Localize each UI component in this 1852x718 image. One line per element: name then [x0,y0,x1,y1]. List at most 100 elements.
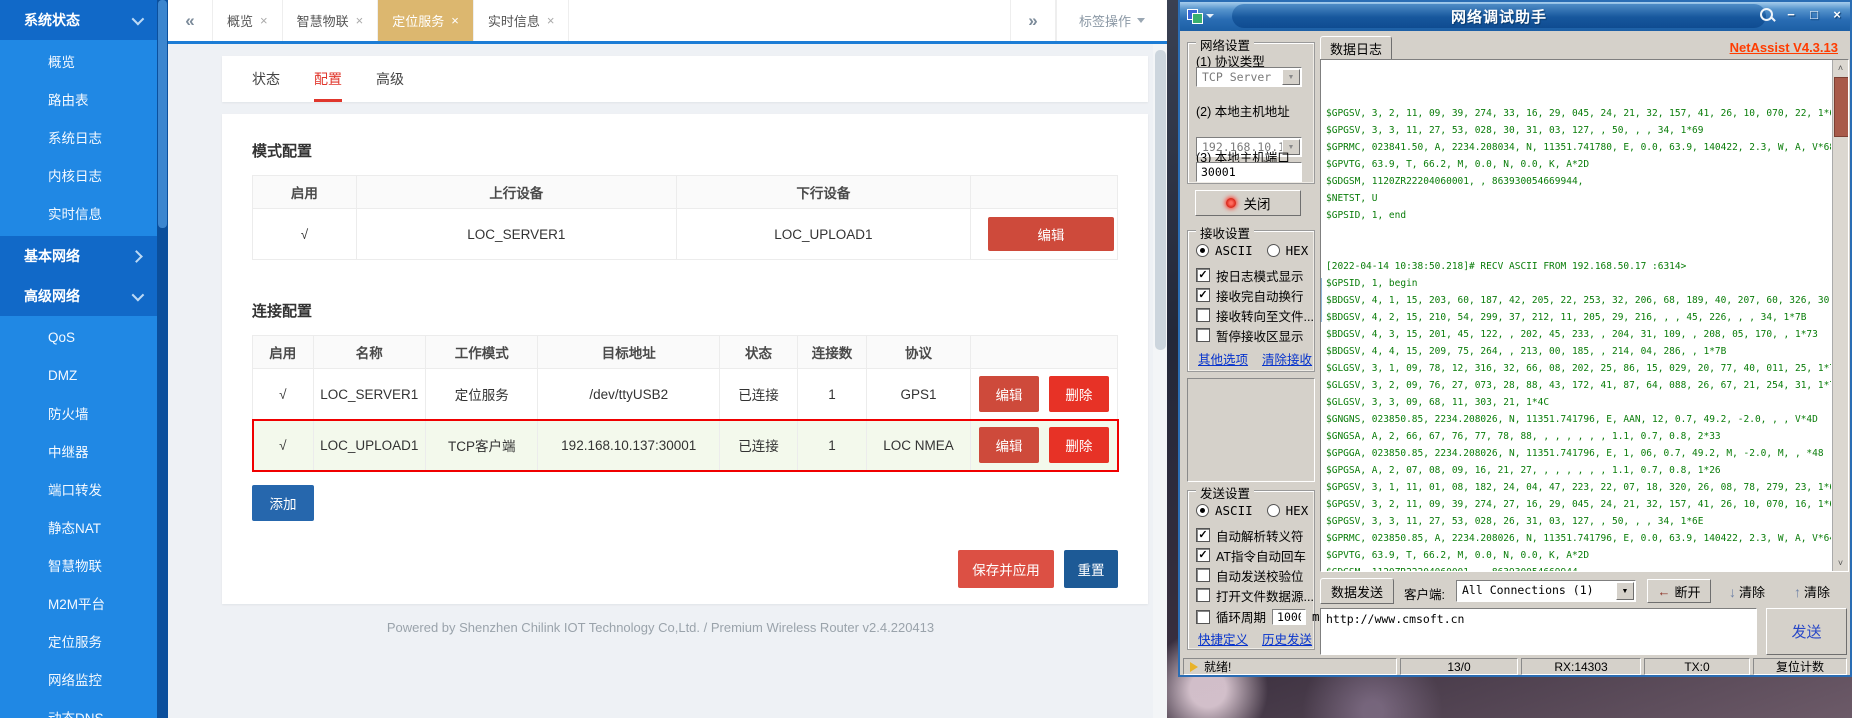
hex-radio[interactable] [1267,504,1280,517]
delete-button[interactable]: 删除 [1049,376,1109,412]
checkbox[interactable] [1196,288,1210,302]
chevron-down-icon [1137,18,1145,23]
checkbox[interactable] [1196,588,1210,602]
close-icon[interactable]: × [451,13,459,28]
history-send-link[interactable]: 历史发送 [1262,629,1312,648]
client-select[interactable]: All Connections (1) ▼ [1456,580,1636,602]
sidebar-item[interactable]: 实时信息 [0,194,157,232]
data-send-tab[interactable]: 数据发送 [1320,578,1394,604]
tabs-scroll-left-icon[interactable]: « [168,0,213,41]
scroll-up-icon[interactable]: ˄ [1833,60,1848,76]
sidebar-item[interactable]: 概览 [0,42,157,80]
close-icon[interactable]: × [356,13,364,28]
send-data-input[interactable]: http://www.cmsoft.cn [1320,608,1757,655]
page-scrollbar[interactable] [1153,44,1167,718]
sidebar-scrollbar[interactable] [157,0,168,718]
checkbox[interactable] [1196,268,1210,282]
edit-button[interactable]: 编辑 [979,376,1039,412]
sidebar-item[interactable]: 中继器 [0,432,157,470]
settings-tab[interactable]: 配置 [314,56,342,102]
chevron-down-icon[interactable] [1206,14,1214,18]
sidebar-item[interactable]: DMZ [0,356,157,394]
checkbox[interactable] [1196,308,1210,322]
sidebar-item[interactable]: 防火墙 [0,394,157,432]
sidebar-item[interactable]: 系统日志 [0,118,157,156]
sidebar-item[interactable]: M2M平台 [0,584,157,622]
empty-panel [1187,378,1315,482]
clear-receive-link[interactable]: 清除接收 [1262,349,1312,368]
log-scrollbar[interactable]: ˄ ˅ [1832,60,1848,571]
chevron-down-icon [132,288,145,301]
cell-uplink: LOC_SERVER1 [356,209,676,260]
collapse-panel-handle[interactable]: ‹ [1320,278,1322,322]
page-tab[interactable]: 定位服务 × [378,0,474,41]
sidebar-item[interactable]: 网络监控 [0,660,157,698]
chevron-down-icon[interactable]: ▼ [1616,582,1634,600]
cycle-period-input[interactable] [1272,609,1306,625]
close-icon[interactable]: × [547,13,555,28]
sidebar-scrollbar-thumb[interactable] [158,0,167,228]
settings-tab[interactable]: 高级 [376,56,404,102]
col-target: 目标地址 [538,336,720,369]
close-button[interactable]: × [1830,7,1844,22]
sidebar-item[interactable]: 路由表 [0,80,157,118]
sidebar-item[interactable]: 定位服务 [0,622,157,660]
close-icon[interactable]: × [260,13,268,28]
checkbox[interactable] [1196,568,1210,582]
add-button[interactable]: 添加 [252,485,314,521]
data-log-area[interactable]: $GPGSV, 3, 2, 11, 09, 39, 274, 33, 16, 2… [1320,59,1849,572]
page-tab[interactable]: 实时信息 × [474,0,570,41]
clear-receive-button[interactable]: ↓ 清除 [1729,582,1765,601]
sidebar-item[interactable]: 端口转发 [0,470,157,508]
edit-button[interactable]: 编辑 [988,217,1114,251]
sidebar-section-basic-network[interactable]: 基本网络 [0,236,157,276]
sidebar-item[interactable]: 智慧物联 [0,546,157,584]
minimize-button[interactable]: − [1784,7,1798,22]
reset-counter-button[interactable]: 复位计数 [1753,658,1847,675]
save-apply-button[interactable]: 保存并应用 [958,550,1054,588]
hex-radio[interactable] [1267,244,1280,257]
sidebar-item[interactable]: QoS [0,318,157,356]
other-options-link[interactable]: 其他选项 [1198,349,1248,368]
cycle-checkbox[interactable] [1196,610,1210,624]
sidebar-item[interactable]: 静态NAT [0,508,157,546]
log-line: $GLGSV, 3, 3, 09, 68, 11, 303, 21, 1*4C [1326,394,1831,411]
tabs-scroll-right-icon[interactable]: » [1010,0,1056,41]
checkbox[interactable] [1196,528,1210,542]
close-connection-button[interactable]: 关闭 [1195,190,1301,216]
clear-send-button[interactable]: ↑ 清除 [1794,582,1830,601]
host-port-input[interactable] [1196,162,1302,182]
send-button[interactable]: 发送 [1766,608,1847,655]
page-scrollbar-thumb[interactable] [1155,50,1166,350]
title-bar[interactable]: 网络调试助手 − □ × [1180,2,1850,31]
disconnect-button[interactable]: ← 断开 [1647,579,1711,603]
col-name: 名称 [313,336,425,369]
shortcut-define-link[interactable]: 快捷定义 [1198,629,1248,648]
sidebar-section-system-status[interactable]: 系统状态 [0,0,157,40]
log-scrollbar-thumb[interactable] [1834,77,1849,137]
sidebar-item[interactable]: 动态DNS [0,698,157,718]
log-line: $BDGSV, 4, 2, 15, 210, 54, 299, 37, 212,… [1326,309,1831,326]
checkbox-row: 打开文件数据源... [1196,585,1314,605]
ascii-radio[interactable] [1196,504,1209,517]
maximize-button[interactable]: □ [1807,7,1821,22]
delete-button[interactable]: 删除 [1049,427,1109,463]
checkbox[interactable] [1196,328,1210,342]
protocol-type-select[interactable]: TCP Server ▼ [1196,67,1302,87]
settings-tab[interactable]: 状态 [252,56,280,102]
checkbox[interactable] [1196,548,1210,562]
chevron-down-icon[interactable]: ▼ [1282,69,1300,85]
edit-button[interactable]: 编辑 [979,427,1039,463]
scroll-down-icon[interactable]: ˅ [1833,555,1848,571]
page-tab[interactable]: 概览 × [213,0,283,41]
sidebar-item[interactable]: 内核日志 [0,156,157,194]
tab-operations-menu[interactable]: 标签操作 [1056,0,1167,41]
page-tab[interactable]: 智慧物联 × [283,0,379,41]
data-log-tab[interactable]: 数据日志 [1320,36,1392,61]
reset-button[interactable]: 重置 [1064,550,1118,588]
netassist-version-link[interactable]: NetAssist V4.3.13 [1730,40,1838,55]
sidebar-section-advanced-network[interactable]: 高级网络 [0,276,157,316]
pin-icon[interactable] [1760,8,1773,21]
ascii-radio[interactable] [1196,244,1209,257]
app-icon[interactable] [1187,9,1202,23]
